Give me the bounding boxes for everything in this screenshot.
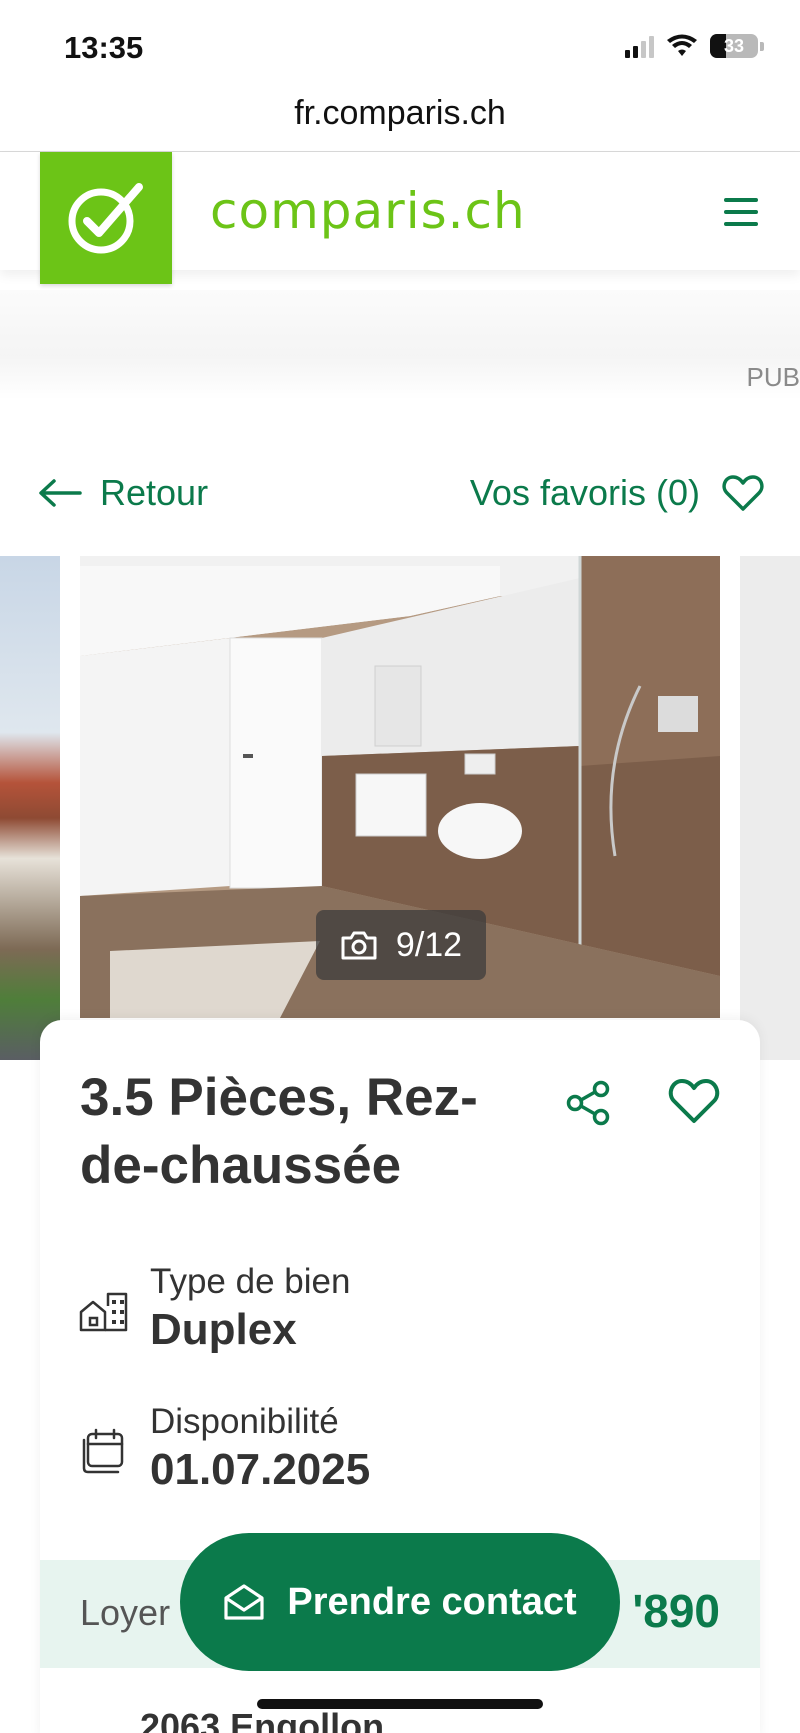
share-icon[interactable]: [565, 1080, 613, 1126]
wifi-icon: [667, 34, 697, 56]
status-time: 13:35: [64, 30, 144, 65]
arrow-left-icon: [39, 479, 82, 507]
next-photo[interactable]: [740, 556, 800, 1060]
property-type-label: Type de bien: [150, 1262, 351, 1301]
availability-row: Disponibilité 01.07.2025: [78, 1400, 370, 1496]
checkmark-logo-icon: [68, 183, 143, 254]
building-icon: [79, 1292, 128, 1332]
address: 2063 Engollon: [140, 1706, 385, 1733]
brand-name[interactable]: comparis.ch: [210, 182, 526, 240]
status-bar: 13:35 33: [0, 0, 800, 88]
home-indicator[interactable]: [257, 1699, 543, 1709]
property-type-row: Type de bien Duplex: [78, 1260, 350, 1356]
rent-value: '890: [632, 1585, 720, 1637]
ad-label: PUB: [746, 362, 800, 392]
availability-value: 01.07.2025: [150, 1445, 371, 1494]
ad-banner: [0, 290, 800, 400]
calendar-icon: [82, 1428, 124, 1474]
photo-counter-text: 9/12: [395, 925, 463, 964]
menu-icon[interactable]: [724, 198, 758, 226]
back-link[interactable]: Retour: [38, 472, 208, 514]
logo[interactable]: [40, 152, 172, 284]
property-type-value: Duplex: [150, 1305, 297, 1354]
photo-counter: 9/12: [316, 910, 486, 980]
heart-icon: [722, 475, 764, 511]
availability-label: Disponibilité: [150, 1402, 339, 1441]
camera-icon: [341, 931, 377, 960]
url-bar[interactable]: fr.comparis.ch: [0, 94, 800, 133]
favorites-link[interactable]: Vos favoris (0): [470, 472, 764, 514]
site-header: comparis.ch: [0, 152, 800, 284]
status-icons: 33: [625, 34, 764, 58]
contact-button-label: Prendre contact: [287, 1580, 577, 1623]
contact-button[interactable]: Prendre contact: [180, 1533, 620, 1671]
previous-photo[interactable]: [0, 556, 60, 1060]
signal-icon: [625, 34, 654, 58]
rent-label: Loyer: [80, 1592, 171, 1633]
envelope-icon: [224, 1584, 264, 1620]
battery-icon: 33: [710, 34, 758, 58]
favorite-heart-icon[interactable]: [668, 1078, 720, 1124]
listing-title: 3.5 Pièces, Rez-de-chaussée: [80, 1068, 478, 1195]
favorites-label: Vos favoris (0): [469, 472, 700, 513]
back-label: Retour: [100, 472, 209, 513]
battery-percent: 33: [723, 35, 745, 56]
photo-gallery[interactable]: [0, 556, 800, 1060]
